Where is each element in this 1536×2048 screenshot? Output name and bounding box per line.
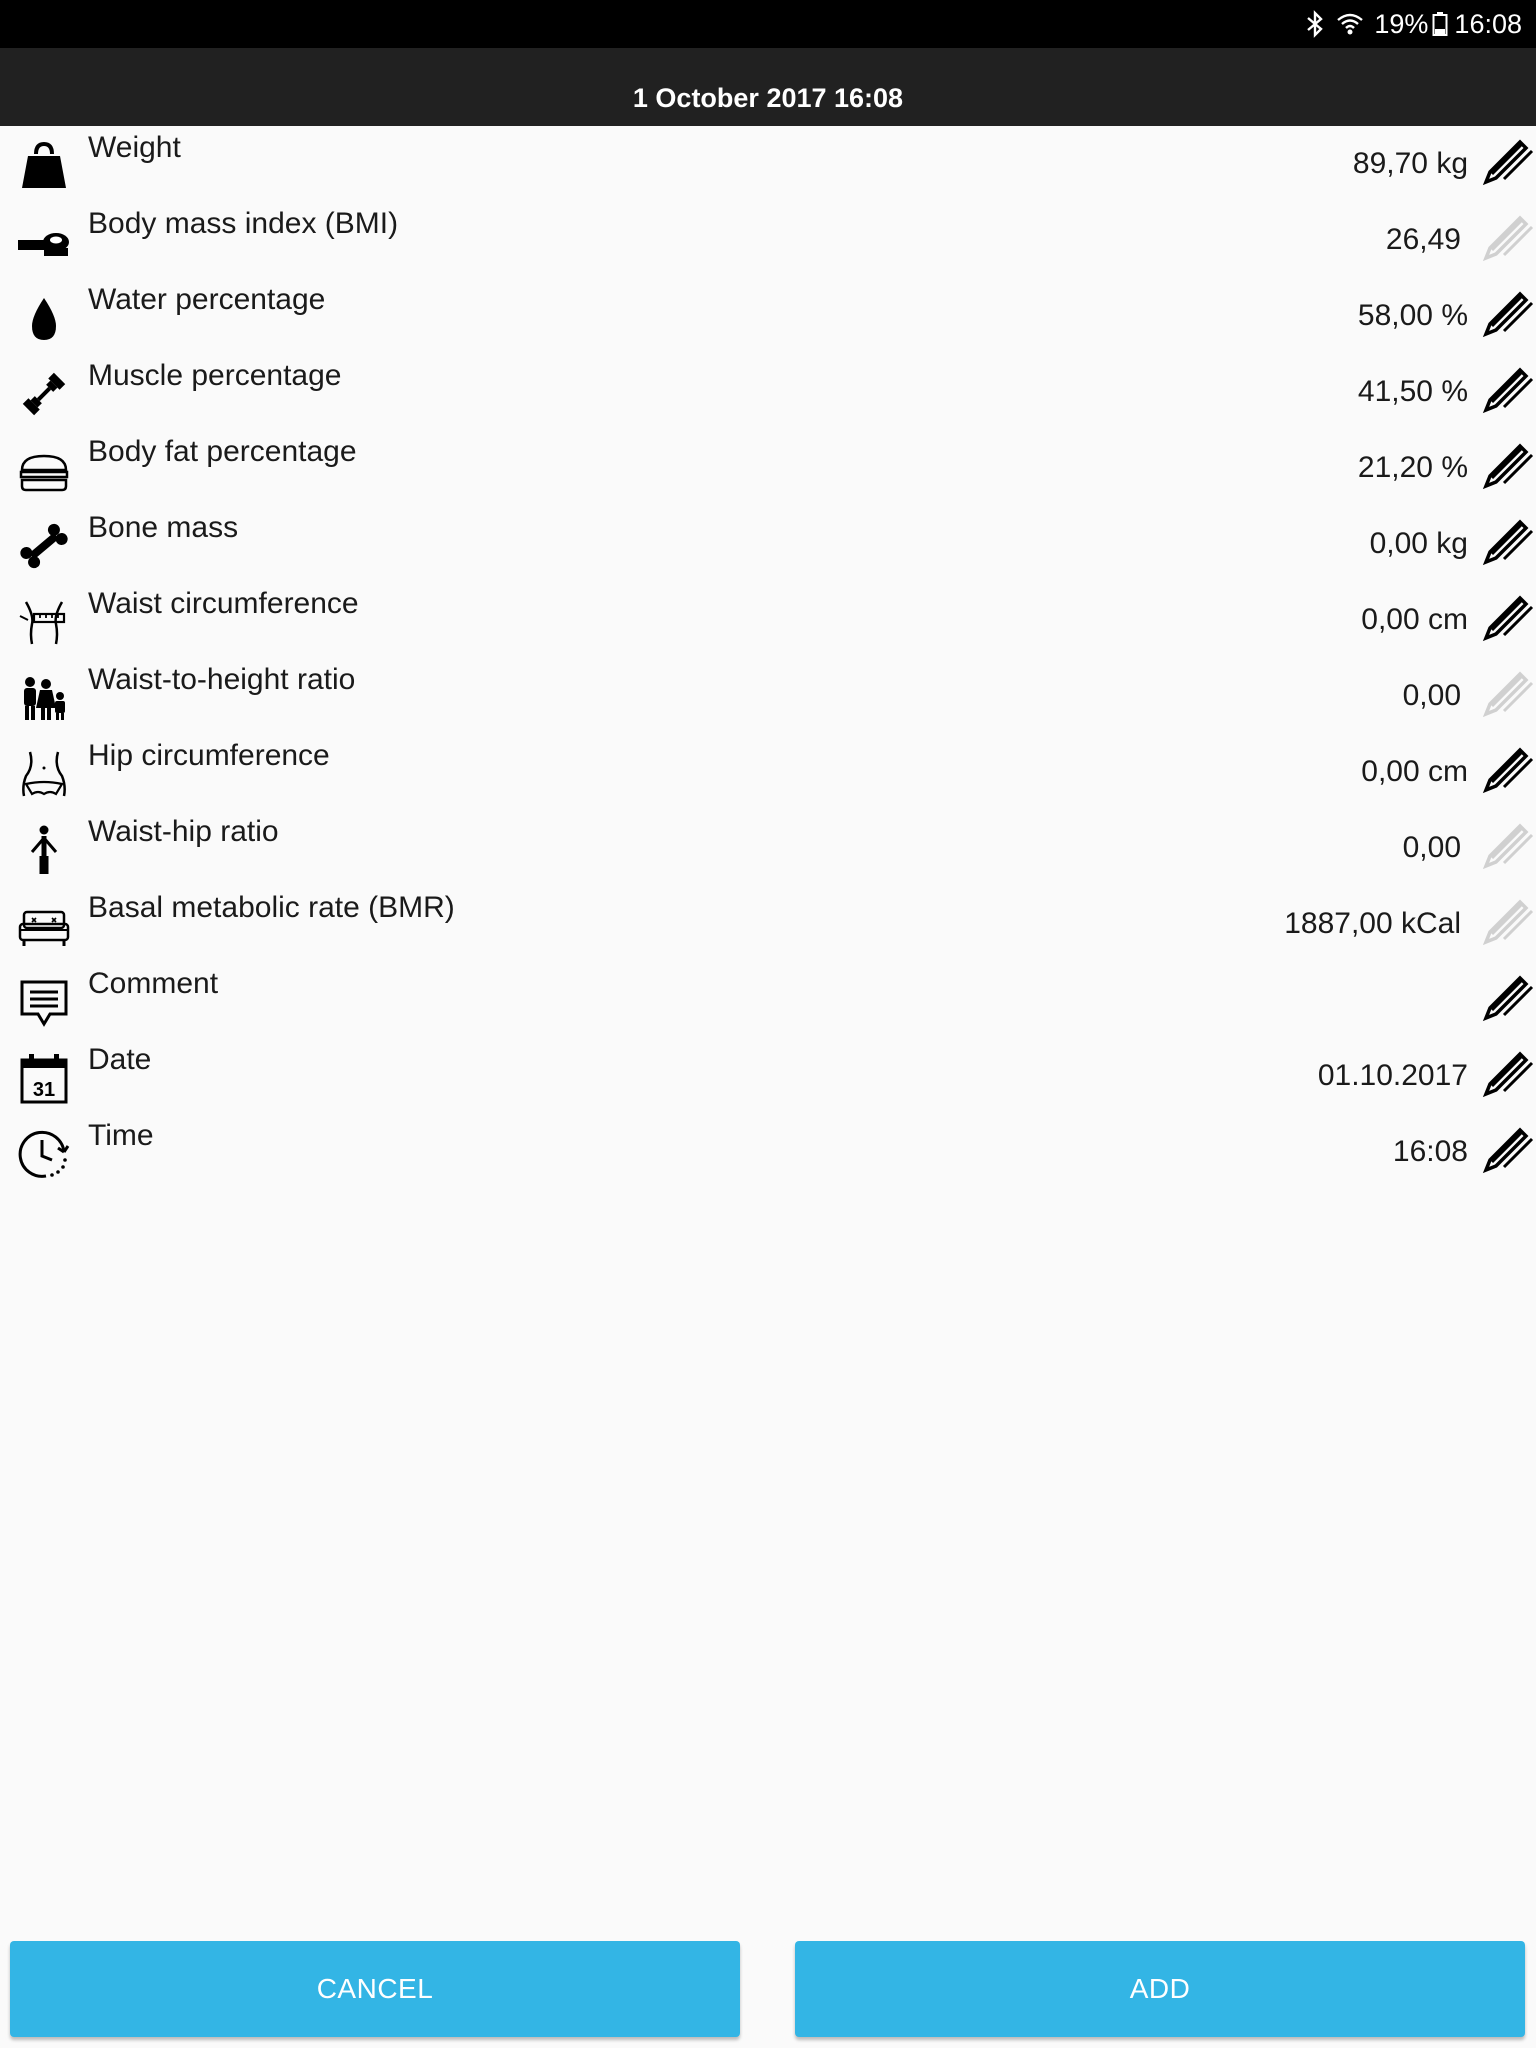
comment-icon [16, 974, 72, 1030]
edit-icon[interactable] [1482, 1046, 1534, 1098]
measurement-row-water[interactable]: Water percentage 58,00 % [0, 278, 1536, 354]
measurement-label: Water percentage [88, 283, 326, 316]
measurement-row-weight[interactable]: Weight 89,70 kg [0, 126, 1536, 202]
measurement-label: Hip circumference [88, 739, 330, 772]
wifi-icon [1336, 11, 1364, 37]
measurement-list: Weight 89,70 kg Body mass index (BMI) 26… [0, 126, 1536, 1190]
edit-icon-disabled [1482, 818, 1534, 870]
battery-percent: 19% [1374, 8, 1429, 39]
measurement-row-waist-hip[interactable]: Waist-hip ratio 0,00 [0, 810, 1536, 886]
measurement-value: 21,20 % [1357, 451, 1468, 484]
edit-icon[interactable] [1482, 970, 1534, 1022]
measurement-row-date[interactable]: 31 Date 01.10.2017 [0, 1038, 1536, 1114]
measurement-value: 0,00 [1402, 831, 1461, 864]
add-button[interactable]: ADD [795, 1941, 1525, 2037]
page-title: 1 October 2017 16:08 [632, 82, 904, 113]
calendar-icon: 31 [16, 1050, 72, 1106]
hip-icon [16, 746, 72, 802]
person-icon [16, 822, 72, 878]
measurement-label: Body mass index (BMI) [88, 207, 399, 240]
measurement-value: 1887,00 kCal [1284, 907, 1461, 940]
measurement-value: 0,00 cm [1361, 755, 1468, 788]
measurement-label: Muscle percentage [88, 359, 342, 392]
measurement-label: Waist-hip ratio [88, 815, 279, 848]
bluetooth-icon [1304, 10, 1326, 38]
measurement-row-bmr[interactable]: Basal metabolic rate (BMR) 1887,00 kCal [0, 886, 1536, 962]
measurement-label: Comment [88, 967, 219, 1000]
edit-icon[interactable] [1482, 134, 1534, 186]
water-drop-icon [16, 290, 72, 346]
status-time: 16:08 [1454, 8, 1522, 39]
measurement-value: 0,00 kg [1369, 527, 1468, 560]
measurement-value: 0,00 cm [1361, 603, 1468, 636]
measurement-label: Bone mass [88, 511, 239, 544]
edit-icon[interactable] [1482, 742, 1534, 794]
measurement-value: 58,00 % [1357, 299, 1468, 332]
measurement-label: Date [88, 1043, 152, 1076]
weight-icon [16, 138, 72, 194]
battery-icon [1432, 11, 1448, 37]
calendar-day-number: 31 [33, 1079, 55, 1101]
waist-icon [16, 594, 72, 650]
measurement-label: Weight [88, 131, 181, 164]
sofa-icon [16, 898, 72, 954]
measurement-value: 41,50 % [1357, 375, 1468, 408]
measurement-row-waist-to-height[interactable]: Waist-to-height ratio 0,00 [0, 658, 1536, 734]
measurement-label: Waist circumference [88, 587, 359, 620]
measurement-value: 26,49 [1385, 223, 1461, 256]
measurement-value: 16:08 [1392, 1135, 1468, 1168]
measurement-row-time[interactable]: Time 16:08 [0, 1114, 1536, 1190]
measurement-row-bmi[interactable]: Body mass index (BMI) 26,49 [0, 202, 1536, 278]
measurement-label: Basal metabolic rate (BMR) [88, 891, 455, 924]
edit-icon[interactable] [1482, 590, 1534, 642]
status-bar: 19% 16:08 [0, 0, 1536, 48]
measurement-row-hip[interactable]: Hip circumference 0,00 cm [0, 734, 1536, 810]
edit-icon-disabled [1482, 210, 1534, 262]
measurement-value: 0,00 [1402, 679, 1461, 712]
edit-icon[interactable] [1482, 438, 1534, 490]
page-title-bar: 1 October 2017 16:08 [0, 48, 1536, 126]
edit-icon[interactable] [1482, 514, 1534, 566]
edit-icon-disabled [1482, 666, 1534, 718]
clock-icon [16, 1126, 72, 1182]
measurement-row-muscle[interactable]: Muscle percentage 41,50 % [0, 354, 1536, 430]
cancel-button[interactable]: CANCEL [10, 1941, 740, 2037]
measurement-value: 01.10.2017 [1317, 1059, 1468, 1092]
edit-icon-disabled [1482, 894, 1534, 946]
measurement-row-comment[interactable]: Comment [0, 962, 1536, 1038]
burger-icon [16, 442, 72, 498]
edit-icon[interactable] [1482, 286, 1534, 338]
measurement-row-fat[interactable]: Body fat percentage 21,20 % [0, 430, 1536, 506]
bone-icon [16, 518, 72, 574]
measurement-row-waist[interactable]: Waist circumference 0,00 cm [0, 582, 1536, 658]
measurement-value: 89,70 kg [1352, 147, 1468, 180]
measurement-label: Time [88, 1119, 154, 1152]
dumbbell-icon [16, 366, 72, 422]
tape-measure-icon [16, 214, 72, 270]
measurement-label: Body fat percentage [88, 435, 357, 468]
edit-icon[interactable] [1482, 1122, 1534, 1174]
measurement-row-bone[interactable]: Bone mass 0,00 kg [0, 506, 1536, 582]
family-icon [16, 670, 72, 726]
measurement-label: Waist-to-height ratio [88, 663, 356, 696]
edit-icon[interactable] [1482, 362, 1534, 414]
